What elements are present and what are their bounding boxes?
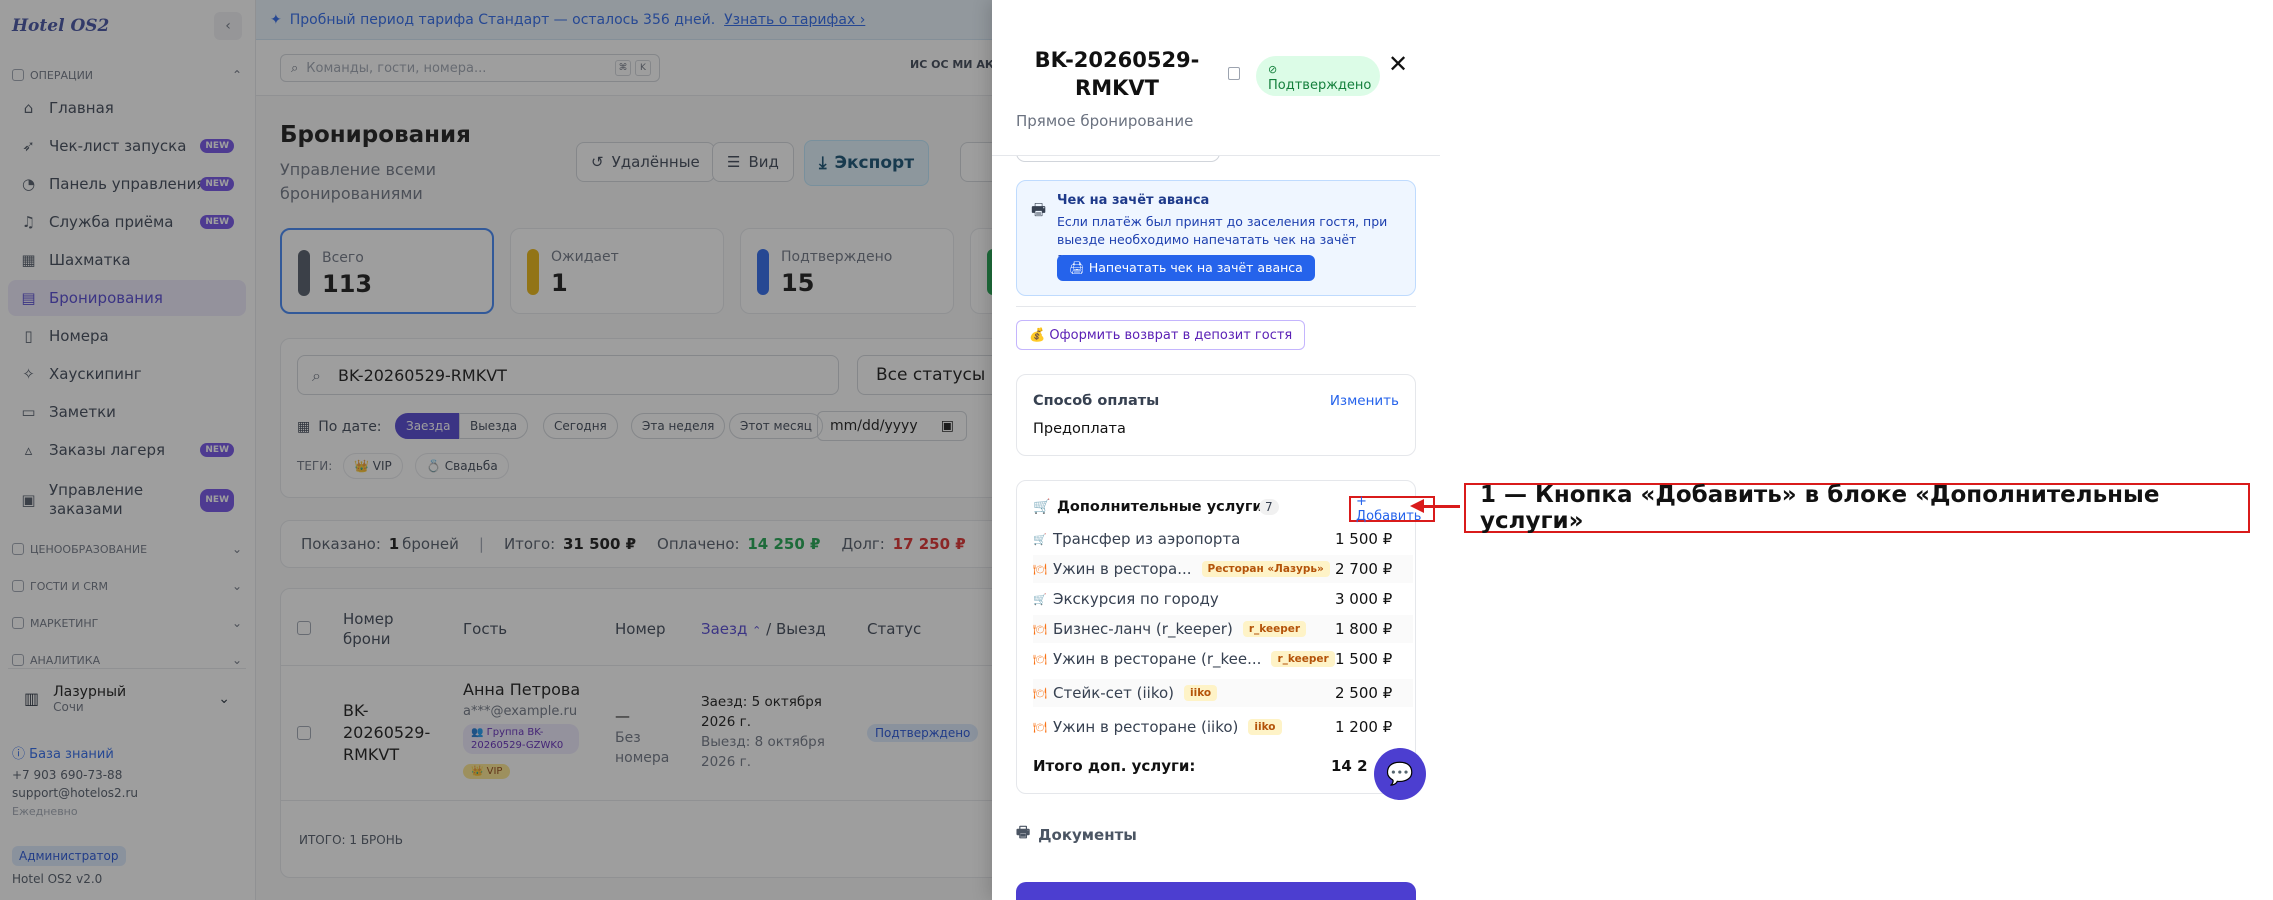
cart-icon: 🛒: [1033, 592, 1047, 606]
status-badge: ⊘ Подтверждено: [1256, 56, 1380, 96]
extra-service-item[interactable]: 🍽 Ужин в ресторане (iiko) iiko 1 200 ₽: [1033, 713, 1413, 741]
extra-service-item[interactable]: 🍽 Бизнес-ланч (r_keeper) r_keeper 1 800 ₽: [1033, 615, 1413, 643]
change-payment-link[interactable]: Изменить: [1330, 393, 1399, 409]
extras-total-value: 14 2: [1331, 757, 1368, 775]
annotation-callout: 1 — Кнопка «Добавить» в блоке «Дополните…: [1464, 482, 2250, 534]
cart-icon: 🛒: [1033, 532, 1047, 546]
chat-icon[interactable]: 💬: [1374, 748, 1426, 800]
fork-knife-icon: 🍽: [1033, 652, 1047, 666]
booking-number-title: BK-20260529-RMKVT: [1034, 48, 1200, 100]
divider: [1016, 306, 1416, 307]
payment-method-panel: Способ оплаты Изменить Предоплата: [1016, 374, 1416, 456]
extra-service-item[interactable]: 🍽 Стейк-сет (iiko) iiko 2 500 ₽: [1033, 679, 1413, 707]
extras-total-label: Итого доп. услуги:: [1033, 757, 1196, 775]
advance-receipt-panel: 🖶 Чек на зачёт аванса Если платёж был пр…: [1016, 180, 1416, 296]
extra-service-item[interactable]: 🛒 Экскурсия по городу 3 000 ₽: [1033, 585, 1413, 613]
drawer-header: BK-20260529-RMKVT ⊘ Подтверждено ✕ Прямое…: [992, 0, 1440, 156]
fork-knife-icon: 🍽: [1033, 622, 1047, 636]
extra-services-panel: 🛒 Дополнительные услуги 7 + Добавить 🛒 Тр…: [1016, 480, 1435, 794]
extra-services-title: Дополнительные услуги: [1057, 499, 1263, 515]
save-button[interactable]: [1016, 882, 1416, 900]
documents-section[interactable]: 🖶 Документы: [1016, 822, 1137, 847]
check-circle-icon: ⊘: [1268, 63, 1278, 76]
annotation-arrow-head: [1410, 499, 1424, 513]
fork-knife-icon: 🍽: [1033, 562, 1047, 576]
app-window: Hotel OS2 ‹ ОПЕРАЦИИ ⌃ ⌂ Главная ➶ Чек-лист…: [0, 0, 1440, 900]
close-icon[interactable]: ✕: [1388, 50, 1408, 78]
extra-service-item[interactable]: 🍽 Ужин в рестора... Ресторан «Лазурь» 2 700…: [1033, 555, 1413, 583]
extra-service-item[interactable]: 🍽 Ужин в ресторане (r_kee... r_keeper 1 500…: [1033, 645, 1413, 673]
payment-method-value: Предоплата: [1033, 421, 1126, 437]
booking-source: Прямое бронирование: [1016, 112, 1194, 130]
copy-icon[interactable]: [1228, 67, 1240, 80]
booking-drawer: Операции с оплатой и чеками 🖶 Чек на зач…: [992, 0, 1440, 900]
fork-knife-icon: 🍽: [1033, 720, 1047, 734]
advance-title: Чек на зачёт аванса: [1057, 193, 1210, 208]
cart-icon: 🛒: [1033, 499, 1051, 515]
fork-knife-icon: 🍽: [1033, 686, 1047, 700]
annotation-arrow-line: [1424, 505, 1460, 508]
refund-to-deposit-button[interactable]: 💰 Оформить возврат в депозит гостя: [1016, 320, 1306, 350]
printer-icon: 🖶: [1031, 200, 1047, 219]
print-advance-receipt-button[interactable]: 🖨 Напечатать чек на зачёт аванса: [1057, 255, 1315, 281]
payment-method-title: Способ оплаты: [1033, 393, 1160, 409]
extra-service-item[interactable]: 🛒 Трансфер из аэропорта 1 500 ₽: [1033, 525, 1413, 553]
printer-icon: 🖶: [1016, 823, 1031, 841]
extra-services-count: 7: [1259, 499, 1279, 515]
